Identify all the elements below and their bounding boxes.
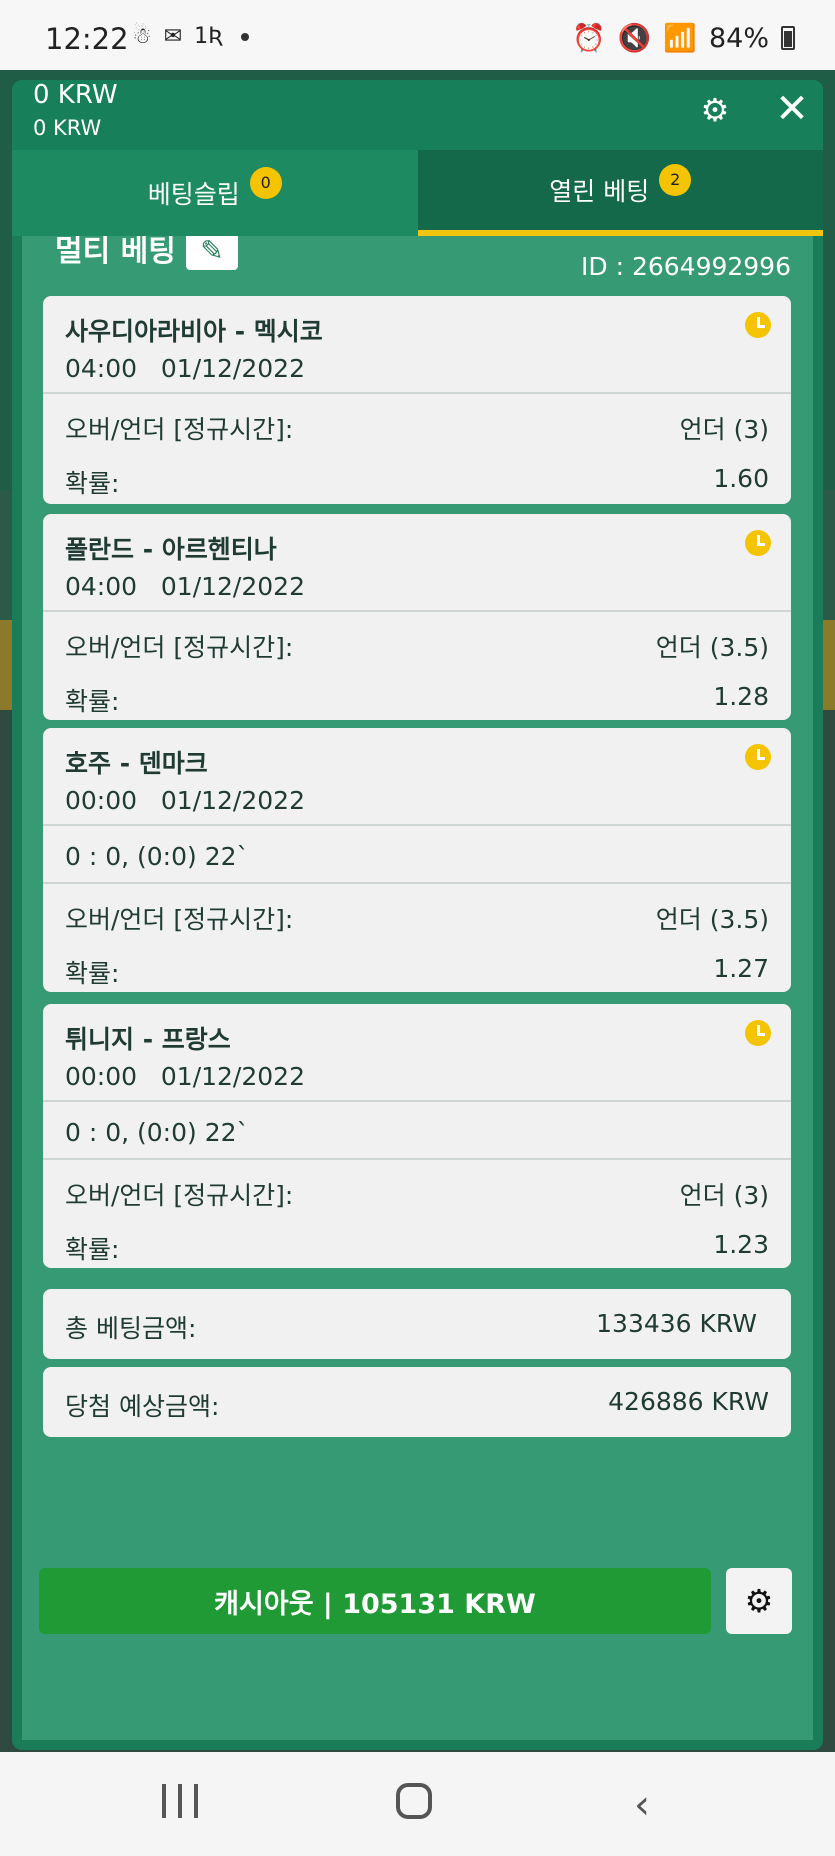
battery-icon [781, 26, 795, 50]
notification-icon-1: ☃ [132, 24, 152, 49]
tab-betslip-badge: 0 [249, 167, 282, 199]
tab-bar: 베팅슬립 0 열린 베팅 2 [12, 150, 823, 236]
clock-icon [745, 312, 771, 338]
divider [43, 1158, 791, 1160]
status-bar: 12:22 ☃ ✉ 1Ʀ ⏰ 🔇 📶 84% [0, 0, 835, 70]
tab-betslip[interactable]: 베팅슬립 0 [12, 150, 418, 236]
open-bet-content: 멀티 베팅 ✎ ID : 2664992996 사우디아라비아 - 멕시코 04… [22, 236, 813, 1740]
close-icon[interactable]: ✕ [769, 86, 815, 132]
divider [43, 610, 791, 612]
divider [43, 882, 791, 884]
potential-payout-label: 당첨 예상금액: [65, 1392, 220, 1421]
notification-icon-2: 1Ʀ [194, 24, 224, 49]
selection-value: 언더 (3.5) [655, 633, 769, 662]
potential-payout-row: 당첨 예상금액: 426886 KRW [43, 1367, 791, 1437]
event-datetime: 00:00 01/12/2022 [65, 1062, 305, 1091]
tab-open-bets-badge: 2 [659, 164, 692, 196]
market-label: 오버/언더 [정규시간]: [65, 633, 294, 662]
odds-value: 1.27 [713, 954, 769, 983]
event-datetime: 04:00 01/12/2022 [65, 572, 305, 601]
total-stake-label: 총 베팅금액: [65, 1314, 197, 1343]
event-match: 호주 - 덴마크 [65, 749, 208, 778]
odds-label: 확률: [65, 959, 120, 988]
event-match: 사우디아라비아 - 멕시코 [65, 317, 323, 346]
settings-gear-icon[interactable]: ⚙ [695, 90, 735, 130]
notification-icons: ☃ ✉ 1Ʀ [132, 24, 250, 49]
ticket-id: ID : 2664992996 [581, 252, 791, 281]
tab-open-bets-label: 열린 베팅 [549, 177, 650, 206]
divider [43, 1100, 791, 1102]
market-label: 오버/언더 [정규시간]: [65, 1181, 294, 1210]
more-dot-icon [241, 32, 250, 41]
odds-value: 1.60 [713, 464, 769, 493]
cashout-settings-gear-icon[interactable]: ⚙ [726, 1568, 792, 1634]
market-label: 오버/언더 [정규시간]: [65, 905, 294, 934]
edit-icon[interactable]: ✎ [186, 236, 238, 270]
clock-icon [745, 1020, 771, 1046]
tab-open-bets[interactable]: 열린 베팅 2 [417, 150, 823, 236]
bet-panel: 0 KRW 0 KRW ⚙ ✕ 베팅슬립 0 열린 베팅 2 멀티 베팅 ✎ I… [12, 80, 823, 1750]
message-icon: ✉ [163, 24, 183, 49]
live-score: 0 : 0, (0:0) 22` [65, 1118, 250, 1147]
selection-value: 언더 (3) [679, 1181, 769, 1210]
odds-label: 확률: [65, 1235, 120, 1264]
clock-icon [745, 530, 771, 556]
event-card: 사우디아라비아 - 멕시코 04:00 01/12/2022 오버/언더 [정규… [43, 296, 791, 504]
odds-value: 1.23 [713, 1230, 769, 1259]
market-label: 오버/언더 [정규시간]: [65, 415, 294, 444]
mute-icon: 🔇 [617, 23, 652, 54]
bet-type-title: 멀티 베팅 [55, 236, 176, 269]
clock-icon [745, 744, 771, 770]
odds-label: 확률: [65, 469, 120, 498]
event-match: 튀니지 - 프랑스 [65, 1025, 231, 1054]
potential-payout-value: 426886 KRW [608, 1387, 769, 1416]
event-match: 폴란드 - 아르헨티나 [65, 535, 277, 564]
selection-value: 언더 (3.5) [655, 905, 769, 934]
panel-header: 0 KRW 0 KRW ⚙ ✕ [12, 80, 823, 150]
odds-label: 확률: [65, 687, 120, 716]
total-stake-value: 133436 KRW [596, 1309, 757, 1338]
recent-apps-icon[interactable] [162, 1784, 198, 1818]
home-icon[interactable] [396, 1783, 432, 1819]
event-card: 튀니지 - 프랑스 00:00 01/12/2022 0 : 0, (0:0) … [43, 1004, 791, 1268]
back-icon[interactable]: ‹ [634, 1782, 650, 1828]
event-datetime: 00:00 01/12/2022 [65, 786, 305, 815]
cashout-button[interactable]: 캐시아웃 | 105131 KRW [39, 1568, 711, 1634]
status-time: 12:22 [45, 22, 129, 56]
total-stake-row: 총 베팅금액: 133436 KRW [43, 1289, 791, 1359]
divider [43, 392, 791, 394]
tab-betslip-label: 베팅슬립 [147, 180, 240, 209]
divider [43, 824, 791, 826]
alarm-icon: ⏰ [572, 23, 606, 54]
balance-sub: 0 KRW [33, 116, 102, 140]
system-icons: ⏰ 🔇 📶 84% [572, 22, 795, 54]
balance-main: 0 KRW [33, 80, 118, 110]
odds-value: 1.28 [713, 682, 769, 711]
wifi-icon: 📶 [663, 23, 697, 54]
event-card: 호주 - 덴마크 00:00 01/12/2022 0 : 0, (0:0) 2… [43, 728, 791, 992]
navigation-bar: ‹ [0, 1752, 835, 1856]
selection-value: 언더 (3) [679, 415, 769, 444]
live-score: 0 : 0, (0:0) 22` [65, 842, 250, 871]
event-card: 폴란드 - 아르헨티나 04:00 01/12/2022 오버/언더 [정규시간… [43, 514, 791, 720]
battery-percent: 84% [708, 22, 769, 54]
event-datetime: 04:00 01/12/2022 [65, 354, 305, 383]
